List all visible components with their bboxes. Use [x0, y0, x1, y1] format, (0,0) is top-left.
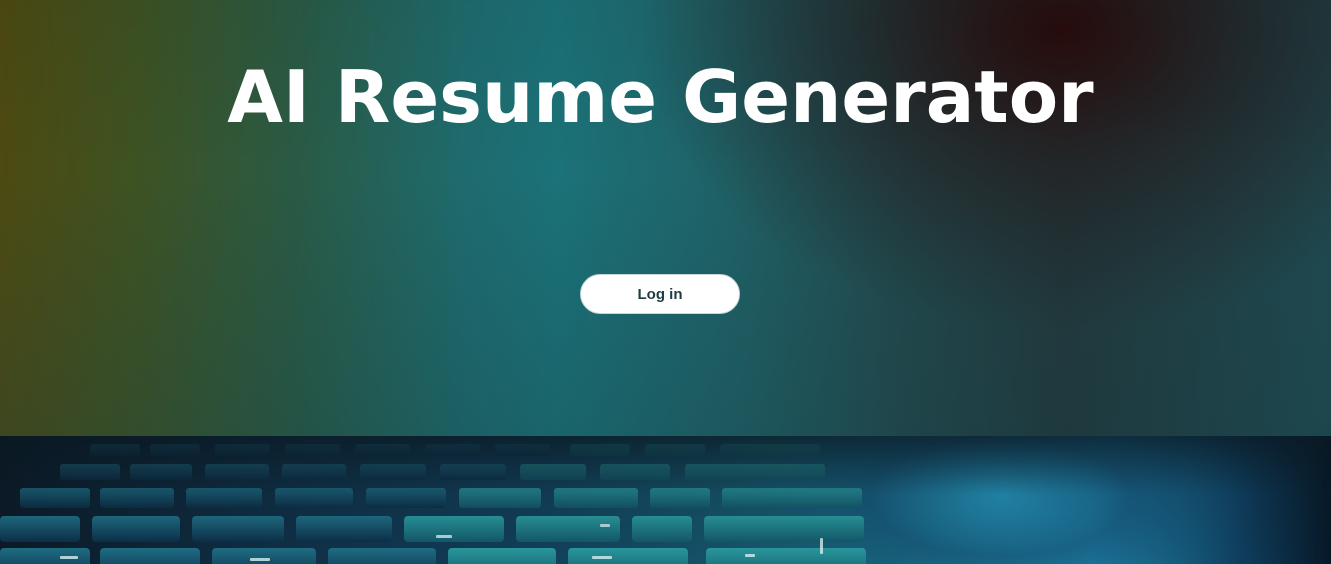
- keyboard-image: [0, 436, 1331, 564]
- login-button[interactable]: Log in: [580, 274, 740, 314]
- hero-section: AI Resume Generator Log in: [0, 0, 1331, 436]
- page-title: AI Resume Generator: [227, 55, 1094, 139]
- keyboard-photo-icon: [0, 436, 1331, 564]
